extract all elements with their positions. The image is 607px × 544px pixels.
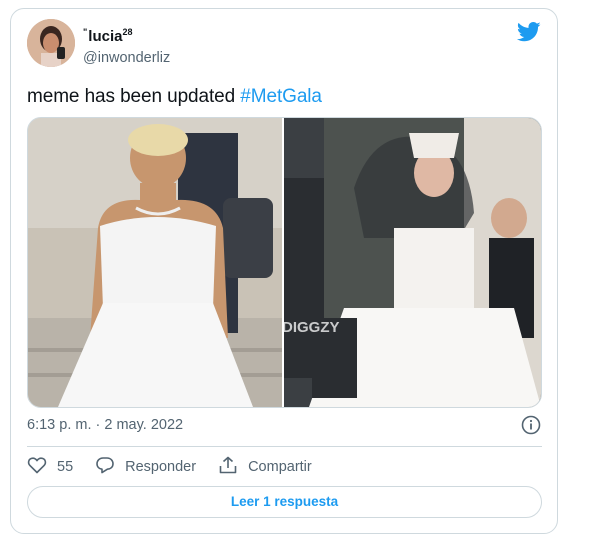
like-button[interactable]: 55 (27, 456, 73, 478)
tweet-timestamp[interactable]: 6:13 p. m. · 2 may. 2022 (27, 417, 183, 433)
media-photo-2[interactable]: DIGGZY (282, 118, 541, 407)
hashtag-link[interactable]: #MetGala (240, 86, 322, 107)
share-icon (218, 456, 248, 478)
share-label: Compartir (248, 459, 312, 475)
like-count: 55 (57, 459, 74, 475)
tweet-media[interactable]: DIGGZY (27, 117, 542, 408)
tweet-text: meme has been updated #MetGala (27, 85, 322, 109)
reply-icon (95, 456, 125, 478)
reply-label: Responder (125, 459, 197, 475)
heart-icon (27, 456, 57, 478)
reply-button[interactable]: Responder (95, 456, 196, 478)
user-handle[interactable]: @inwonderliz (83, 50, 170, 66)
display-name: "lucia28 (83, 23, 170, 46)
author-names[interactable]: "lucia28 @inwonderliz (83, 23, 170, 66)
divider (27, 446, 542, 447)
avatar[interactable] (27, 19, 75, 67)
display-name-prefix: " (83, 27, 88, 37)
display-name-text: lucia (88, 28, 123, 45)
media-photo-1[interactable] (28, 118, 284, 407)
twitter-bird-icon[interactable] (516, 22, 541, 47)
info-icon[interactable] (521, 415, 541, 435)
embedded-tweet-card: "lucia28 @inwonderliz meme has been upda… (10, 8, 558, 534)
tweet-body: meme has been updated (27, 86, 241, 107)
tweet-actions: 55 Responder Compartir (27, 456, 334, 478)
display-name-superscript: 28 (122, 27, 133, 37)
read-replies-button[interactable]: Leer 1 respuesta (27, 486, 542, 518)
media-watermark: DIGGZY (284, 319, 340, 336)
share-button[interactable]: Compartir (218, 456, 312, 478)
